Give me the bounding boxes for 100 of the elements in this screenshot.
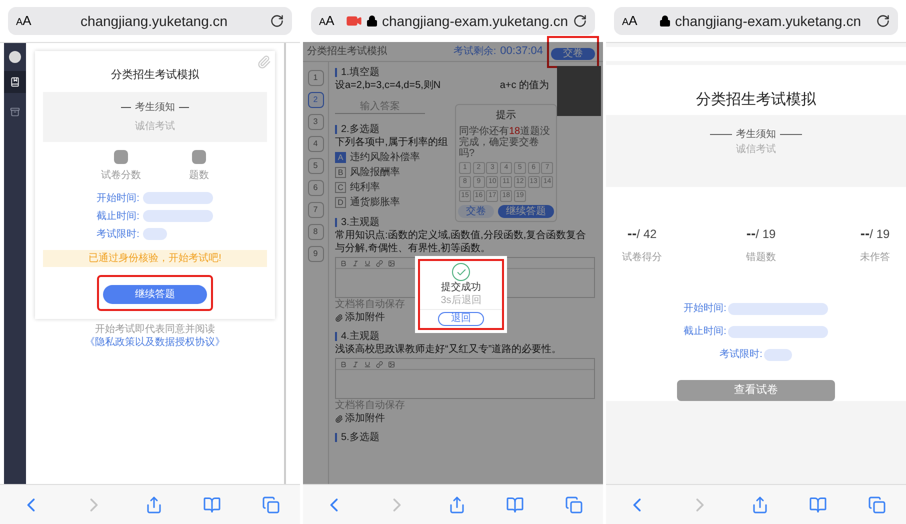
- address-bar[interactable]: AA changjiang-exam.yuketang.cn: [614, 7, 898, 35]
- question-title: 2.多选题: [341, 123, 380, 136]
- stat-total: / 42: [636, 226, 657, 243]
- question-text: 下列各项中,属于利率的组: [335, 136, 448, 150]
- option-letter[interactable]: D: [335, 197, 346, 208]
- question-text: 浅谈高校思政课教师走好“又红又专”道路的必要性。: [335, 343, 563, 356]
- stat-icon: [192, 150, 206, 164]
- view-paper-button[interactable]: 查看试卷: [677, 380, 835, 401]
- return-button[interactable]: 退回: [438, 312, 484, 326]
- notice-heading: 考生须知: [135, 100, 175, 114]
- option-letter[interactable]: C: [335, 182, 346, 193]
- italic-icon[interactable]: [352, 360, 359, 368]
- question-number[interactable]: 1: [308, 70, 324, 86]
- link-icon[interactable]: [376, 260, 383, 266]
- question-text: 常用知识点:函数的定义域,函数值,分段函数,复合函数复合与分解,奇偶性、有界性,初等函数。: [335, 229, 588, 255]
- stat-label: 错题数: [746, 251, 776, 265]
- bold-icon[interactable]: [340, 360, 347, 368]
- text-size-button[interactable]: AA: [319, 11, 341, 31]
- exam-title: 分类招生考试模拟: [111, 68, 199, 83]
- address-bar[interactable]: AA changjiang-exam.yuketang.cn: [311, 7, 595, 35]
- stat-total: / 19: [870, 226, 890, 243]
- exam-title: 分类招生考试模拟: [696, 90, 816, 110]
- share-icon[interactable]: [144, 496, 163, 514]
- image-icon[interactable]: [388, 360, 395, 368]
- notice-text: 诚信考试: [135, 120, 175, 134]
- question-title: 5.多选题: [341, 431, 380, 444]
- link-icon[interactable]: [376, 360, 383, 368]
- italic-icon[interactable]: [352, 260, 359, 266]
- autosave-note: 文档将自动保存: [335, 399, 405, 412]
- verification-banner: 已通过身份核验，开始考试吧!: [43, 250, 267, 266]
- dialog-title: 提示: [496, 109, 516, 123]
- bold-icon[interactable]: [340, 260, 347, 266]
- attach-link[interactable]: 添加附件: [345, 311, 385, 324]
- paperclip-icon: [335, 314, 343, 322]
- question-number[interactable]: 6: [308, 180, 324, 196]
- question-title: 4.主观题: [341, 330, 380, 343]
- book-icon: [10, 77, 20, 87]
- reload-icon[interactable]: [876, 14, 890, 28]
- timer-label: 考试剩余:: [453, 44, 496, 59]
- question-text: a+c 的值为: [500, 79, 549, 93]
- archive-icon: [10, 107, 20, 117]
- option-text[interactable]: 违约风险补偿率: [350, 150, 420, 165]
- blurred-value: [143, 210, 214, 222]
- address-bar[interactable]: AA changjiang.yuketang.cn: [8, 7, 292, 35]
- blurred-value: [143, 192, 214, 204]
- question-number[interactable]: 9: [308, 246, 324, 262]
- paperclip-icon: [335, 414, 343, 422]
- blurred-value: [143, 228, 168, 240]
- image-icon[interactable]: [388, 260, 395, 266]
- tabs-icon[interactable]: [564, 496, 583, 514]
- reload-icon[interactable]: [270, 14, 284, 28]
- question-number[interactable]: 8: [308, 224, 324, 240]
- question-number[interactable]: 4: [308, 136, 324, 152]
- blurred-value: [764, 348, 792, 360]
- answer-field[interactable]: 输入答案: [335, 100, 425, 114]
- paperclip-icon: [257, 55, 271, 69]
- stat-label: 未作答: [860, 250, 890, 265]
- option-text[interactable]: 通货膨胀率: [350, 195, 400, 210]
- success-title: 提交成功: [441, 282, 481, 294]
- submit-button[interactable]: 交卷: [551, 48, 595, 60]
- agreement-text: 开始考试即代表同意并阅读 《隐私政策以及数据授权协议》: [84, 322, 226, 348]
- tabs-icon[interactable]: [262, 496, 280, 514]
- option-letter[interactable]: A: [335, 152, 346, 163]
- time-label: 截止时间:: [684, 324, 726, 339]
- continue-button[interactable]: 继续答题: [498, 205, 554, 218]
- reload-icon[interactable]: [573, 14, 587, 28]
- continue-button[interactable]: 继续答题: [103, 284, 207, 304]
- time-label: 开始时间:: [684, 302, 726, 316]
- stat-label: 试卷分数: [101, 168, 141, 182]
- text-size-button[interactable]: AA: [622, 11, 644, 31]
- question-number[interactable]: 7: [308, 202, 324, 218]
- option-text[interactable]: 纯利率: [350, 180, 380, 195]
- question-title: 1.填空题: [341, 66, 380, 79]
- question-number[interactable]: 5: [308, 158, 324, 174]
- tabs-icon[interactable]: [868, 496, 886, 514]
- share-icon[interactable]: [750, 496, 769, 514]
- bookmarks-icon[interactable]: [809, 496, 828, 514]
- share-icon[interactable]: [448, 496, 466, 514]
- option-text[interactable]: 风险报酬率: [350, 165, 400, 180]
- stat-value: --: [746, 224, 756, 243]
- underline-icon[interactable]: [364, 360, 371, 368]
- submit-button[interactable]: 交卷: [458, 205, 494, 218]
- option-letter[interactable]: B: [335, 167, 346, 178]
- privacy-link[interactable]: 《隐私政策以及数据授权协议》: [85, 336, 225, 348]
- question-number[interactable]: 3: [308, 114, 324, 130]
- sidebar-item[interactable]: [4, 71, 26, 93]
- url-text: changjiang.yuketang.cn: [80, 12, 228, 31]
- underline-icon[interactable]: [364, 260, 371, 266]
- notice-text: 诚信考试: [736, 142, 776, 157]
- text-size-button[interactable]: AA: [16, 11, 38, 31]
- attach-link[interactable]: 添加附件: [345, 412, 385, 425]
- avatar[interactable]: [9, 51, 21, 63]
- exam-title: 分类招生考试模拟: [307, 44, 388, 59]
- question-number[interactable]: 2: [308, 92, 324, 108]
- stat-value: --: [627, 224, 637, 243]
- bookmarks-icon[interactable]: [506, 496, 524, 514]
- bookmarks-icon[interactable]: [203, 496, 222, 514]
- time-label: 考试限时:: [96, 228, 140, 242]
- success-subtitle: 3s后退回: [440, 295, 482, 307]
- autosave-note: 文档将自动保存: [335, 298, 405, 311]
